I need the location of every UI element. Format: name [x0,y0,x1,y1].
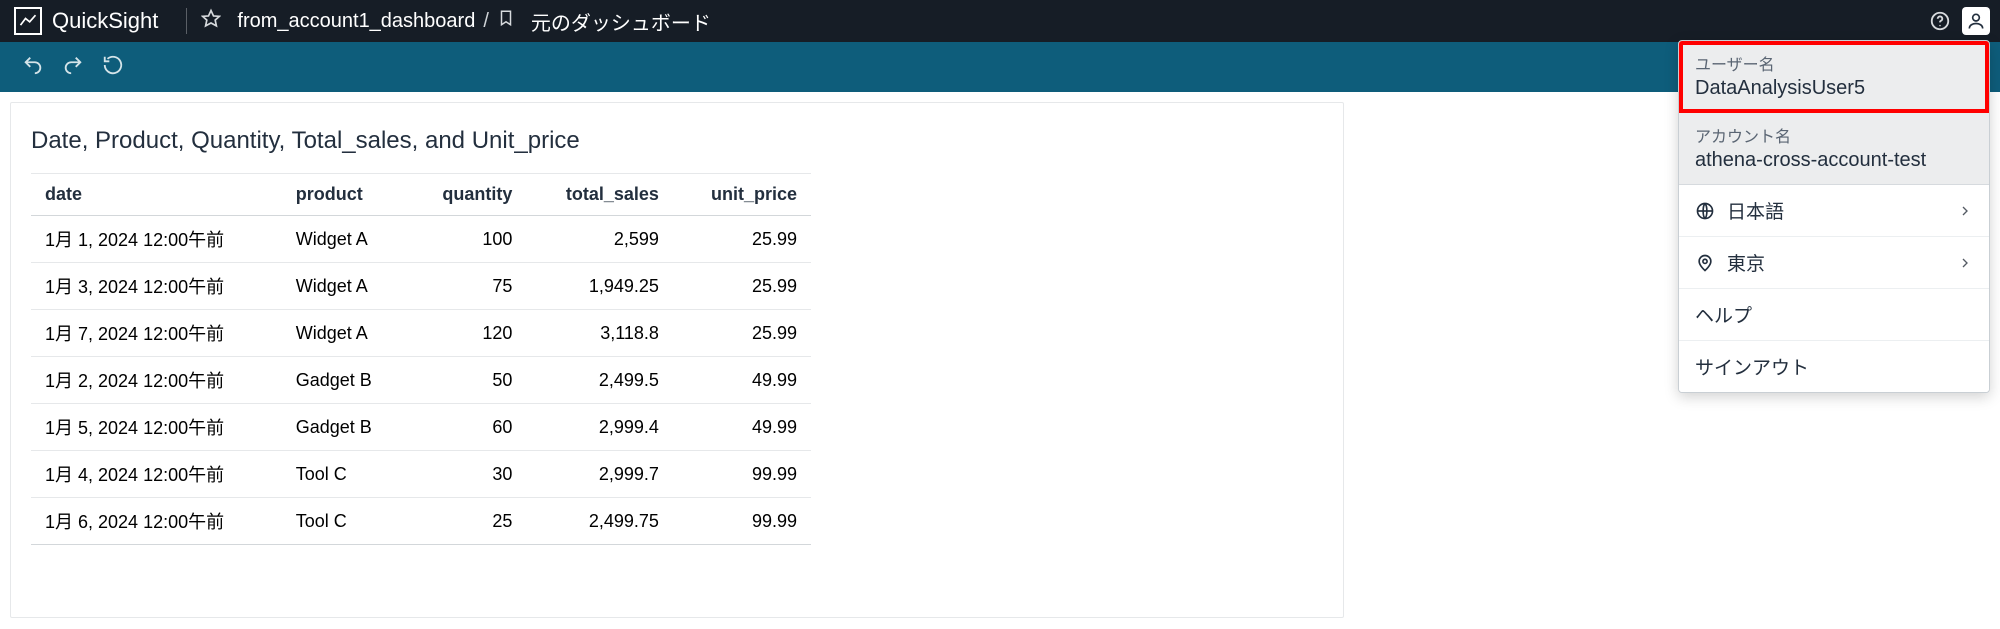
cell-quantity: 120 [408,310,527,357]
col-unit-price[interactable]: unit_price [673,174,811,216]
cell-unit_price: 49.99 [673,357,811,404]
cell-total_sales: 2,499.75 [526,498,673,545]
breadcrumb-separator: / [483,10,489,33]
breadcrumb-dashboard-group[interactable]: from_account1_dashboard [237,10,475,33]
cell-total_sales: 2,499.5 [526,357,673,404]
divider [186,8,187,34]
table-row[interactable]: 1月 6, 2024 12:00午前Tool C252,499.7599.99 [31,498,811,545]
reset-icon[interactable] [102,54,124,81]
account-label: アカウント名 [1695,123,1973,147]
signout-label: サインアウト [1695,353,1809,380]
user-menu-username-section: ユーザー名 DataAnalysisUser5 [1679,41,1989,113]
star-outline-icon[interactable] [201,8,221,34]
cell-date: 1月 7, 2024 12:00午前 [31,310,282,357]
data-table: date product quantity total_sales unit_p… [31,173,811,545]
cell-total_sales: 2,999.7 [526,451,673,498]
breadcrumb-dashboard-name[interactable]: 元のダッシュボード [531,7,711,36]
cell-unit_price: 25.99 [673,263,811,310]
user-menu-help[interactable]: ヘルプ [1679,289,1989,341]
username-label: ユーザー名 [1695,51,1973,75]
chevron-right-icon [1957,255,1973,271]
cell-quantity: 25 [408,498,527,545]
user-menu-button[interactable] [1962,7,1990,35]
bookmark-outline-icon[interactable] [497,9,515,33]
col-product[interactable]: product [282,174,408,216]
cell-total_sales: 2,999.4 [526,404,673,451]
cell-total_sales: 1,949.25 [526,263,673,310]
breadcrumb: from_account1_dashboard / 元のダッシュボード [201,7,711,36]
undo-icon[interactable] [22,54,44,81]
cell-date: 1月 1, 2024 12:00午前 [31,216,282,263]
location-pin-icon [1695,253,1715,273]
user-menu-signout[interactable]: サインアウト [1679,341,1989,392]
table-row[interactable]: 1月 7, 2024 12:00午前Widget A1203,118.825.9… [31,310,811,357]
table-row[interactable]: 1月 2, 2024 12:00午前Gadget B502,499.549.99 [31,357,811,404]
user-menu: ユーザー名 DataAnalysisUser5 アカウント名 athena-cr… [1678,40,1990,393]
region-value: 東京 [1727,249,1765,276]
account-value: athena-cross-account-test [1695,149,1973,172]
cell-unit_price: 99.99 [673,498,811,545]
cell-total_sales: 3,118.8 [526,310,673,357]
cell-product: Widget A [282,216,408,263]
chevron-right-icon [1957,203,1973,219]
visual-card: Date, Product, Quantity, Total_sales, an… [10,102,1344,618]
col-quantity[interactable]: quantity [408,174,527,216]
cell-unit_price: 99.99 [673,451,811,498]
table-header-row: date product quantity total_sales unit_p… [31,174,811,216]
redo-icon[interactable] [62,54,84,81]
table-row[interactable]: 1月 4, 2024 12:00午前Tool C302,999.799.99 [31,451,811,498]
quicksight-logo-icon [14,7,42,35]
cell-product: Widget A [282,310,408,357]
cell-total_sales: 2,599 [526,216,673,263]
cell-product: Gadget B [282,404,408,451]
user-menu-region[interactable]: 東京 [1679,237,1989,289]
help-icon[interactable] [1926,7,1954,35]
cell-date: 1月 6, 2024 12:00午前 [31,498,282,545]
col-date[interactable]: date [31,174,282,216]
cell-product: Tool C [282,498,408,545]
language-value: 日本語 [1727,197,1784,224]
cell-quantity: 75 [408,263,527,310]
col-total-sales[interactable]: total_sales [526,174,673,216]
table-row[interactable]: 1月 1, 2024 12:00午前Widget A1002,59925.99 [31,216,811,263]
cell-date: 1月 2, 2024 12:00午前 [31,357,282,404]
cell-date: 1月 3, 2024 12:00午前 [31,263,282,310]
globe-icon [1695,201,1715,221]
cell-quantity: 30 [408,451,527,498]
username-value: DataAnalysisUser5 [1695,77,1973,100]
cell-quantity: 60 [408,404,527,451]
brand-name[interactable]: QuickSight [52,8,158,34]
cell-product: Tool C [282,451,408,498]
cell-date: 1月 5, 2024 12:00午前 [31,404,282,451]
cell-quantity: 50 [408,357,527,404]
top-header: QuickSight from_account1_dashboard / 元のダ… [0,0,2000,42]
table-row[interactable]: 1月 3, 2024 12:00午前Widget A751,949.2525.9… [31,263,811,310]
cell-quantity: 100 [408,216,527,263]
cell-product: Widget A [282,263,408,310]
cell-unit_price: 49.99 [673,404,811,451]
user-menu-language[interactable]: 日本語 [1679,185,1989,237]
user-menu-account-section: アカウント名 athena-cross-account-test [1679,113,1989,185]
visual-title: Date, Product, Quantity, Total_sales, an… [31,127,1323,155]
cell-date: 1月 4, 2024 12:00午前 [31,451,282,498]
cell-product: Gadget B [282,357,408,404]
table-row[interactable]: 1月 5, 2024 12:00午前Gadget B602,999.449.99 [31,404,811,451]
help-label: ヘルプ [1695,301,1752,328]
cell-unit_price: 25.99 [673,310,811,357]
cell-unit_price: 25.99 [673,216,811,263]
